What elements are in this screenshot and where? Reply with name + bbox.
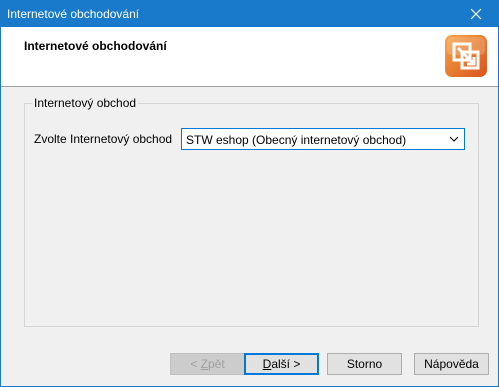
close-icon — [470, 8, 482, 20]
next-label: Další > — [262, 357, 301, 371]
chevron-down-icon — [449, 136, 459, 142]
back-label: < Zpět — [190, 357, 225, 371]
next-button[interactable]: Další > — [244, 353, 319, 375]
close-button[interactable] — [454, 1, 498, 27]
window-title: Internetové obchodování — [7, 7, 140, 21]
wizard-window: Internetové obchodování Internetové obch… — [0, 0, 499, 387]
cancel-button[interactable]: Storno — [327, 353, 402, 375]
wizard-header: Internetové obchodování — [1, 27, 498, 87]
shop-label: Zvolte Internetový obchod — [34, 132, 173, 146]
page-title: Internetové obchodování — [24, 39, 167, 53]
help-button[interactable]: Nápověda — [414, 353, 489, 375]
shop-select[interactable]: STW eshop (Obecný internetový obchod) — [181, 128, 465, 150]
shop-select-value: STW eshop (Obecný internetový obchod) — [186, 133, 407, 147]
back-button[interactable]: < Zpět — [170, 353, 245, 375]
title-bar[interactable]: Internetové obchodování — [1, 1, 498, 27]
groupbox-legend: Internetový obchod — [32, 96, 139, 110]
wizard-logo-icon — [445, 35, 487, 77]
